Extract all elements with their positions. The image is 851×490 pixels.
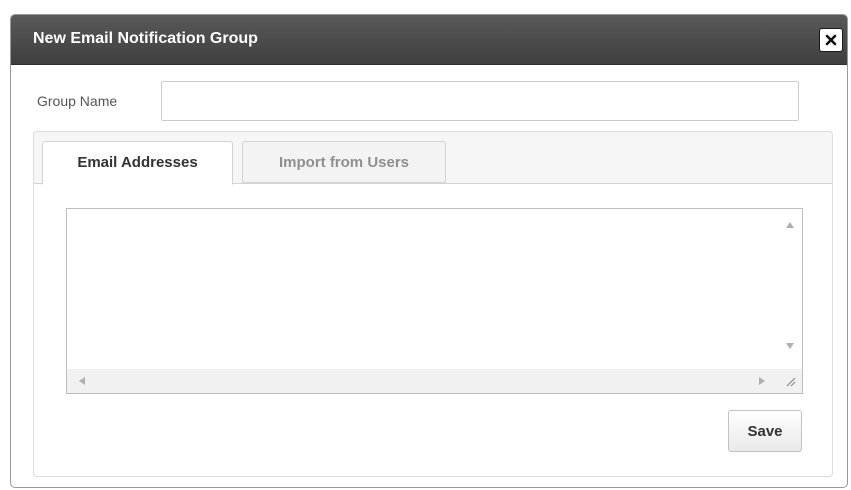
group-name-input[interactable] — [161, 81, 799, 121]
email-addresses-box — [66, 208, 803, 394]
close-icon — [825, 34, 837, 46]
new-email-notification-group-dialog: New Email Notification Group Group Name … — [10, 14, 848, 488]
dialog-title: New Email Notification Group — [33, 30, 258, 47]
tab-email-addresses[interactable]: Email Addresses — [42, 141, 233, 185]
save-button[interactable]: Save — [728, 410, 802, 452]
group-name-label: Group Name — [37, 93, 118, 109]
tab-strip: Email Addresses Import from Users — [34, 132, 832, 185]
resize-corner[interactable] — [778, 369, 802, 393]
scroll-up-arrow-icon[interactable] — [786, 222, 794, 228]
tab-import-from-users[interactable]: Import from Users — [242, 141, 446, 183]
vertical-scrollbar[interactable] — [778, 209, 802, 369]
email-addresses-textarea[interactable] — [67, 209, 779, 369]
scroll-down-arrow-icon[interactable] — [786, 343, 794, 349]
horizontal-scrollbar[interactable] — [67, 369, 779, 393]
scroll-right-arrow-icon[interactable] — [759, 377, 765, 385]
scroll-left-arrow-icon[interactable] — [79, 377, 85, 385]
close-button[interactable] — [819, 28, 843, 52]
tab-panel: Email Addresses Import from Users Save — [33, 131, 833, 477]
dialog-titlebar: New Email Notification Group — [11, 15, 847, 65]
resize-grip-icon[interactable] — [784, 375, 796, 387]
